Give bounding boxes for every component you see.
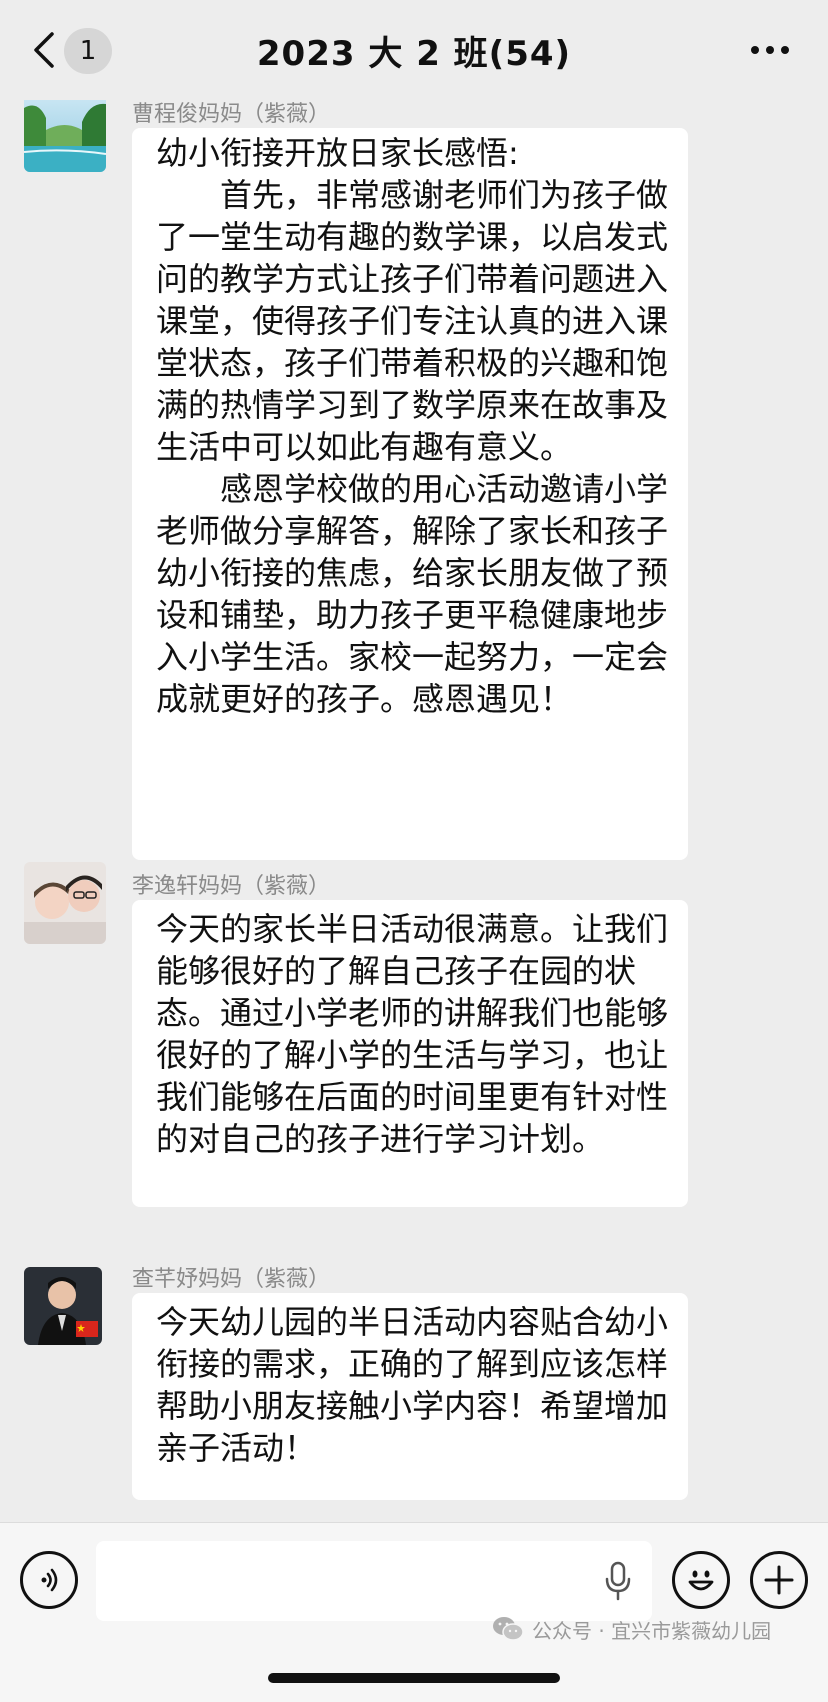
home-indicator[interactable] (268, 1673, 560, 1683)
chat-message: 曹程俊妈妈（紫薇） 幼小衔接开放日家长感悟: 首先，非常感谢老师们为孩子做了一堂… (0, 100, 828, 860)
message-text: 幼小衔接开放日家长感悟: 首先，非常感谢老师们为孩子做了一堂生动有趣的数学课，以… (156, 134, 669, 718)
mic-icon (605, 1561, 631, 1601)
message-text: 今天的家长半日活动很满意。让我们能够很好的了解自己孩子在园的状态。通过小学老师的… (156, 910, 669, 1158)
chat-message: 查芊妤妈妈（紫薇） 今天幼儿园的半日活动内容贴合幼小衔接的需求，正确的了解到应该… (0, 1255, 828, 1500)
nav-bar: 1 2023 大 2 班(54) (0, 0, 828, 100)
chat-message-list[interactable]: 曹程俊妈妈（紫薇） 幼小衔接开放日家长感悟: 首先，非常感谢老师们为孩子做了一堂… (0, 100, 828, 1522)
chat-title: 2023 大 2 班(54) (256, 34, 572, 74)
emoji-button[interactable] (672, 1551, 730, 1609)
chat-message: 李逸轩妈妈（紫薇） 今天的家长半日活动很满意。让我们能够很好的了解自己孩子在园的… (0, 862, 828, 1207)
message-bubble[interactable]: 今天幼儿园的半日活动内容贴合幼小衔接的需求，正确的了解到应该怎样帮助小朋友接触小… (132, 1293, 688, 1500)
message-input[interactable] (96, 1541, 652, 1621)
emoji-icon (688, 1570, 714, 1591)
plus-icon (764, 1565, 794, 1595)
more-dots-icon (751, 46, 789, 54)
watermark: 公众号 · 宜兴市紫薇幼儿园 (492, 1612, 771, 1646)
plus-button[interactable] (750, 1551, 808, 1609)
watermark-text: 公众号 · 宜兴市紫薇幼儿园 (532, 1618, 772, 1643)
person-flag-avatar[interactable] (24, 1267, 102, 1345)
message-bubble[interactable]: 幼小衔接开放日家长感悟: 首先，非常感谢老师们为孩子做了一堂生动有趣的数学课，以… (132, 128, 688, 860)
mic-button[interactable] (598, 1559, 638, 1603)
message-text: 今天幼儿园的半日活动内容贴合幼小衔接的需求，正确的了解到应该怎样帮助小朋友接触小… (156, 1303, 669, 1467)
mother-child-avatar[interactable] (24, 862, 106, 944)
sender-name: 曹程俊妈妈（紫薇） (132, 102, 331, 127)
voice-button[interactable] (20, 1551, 78, 1609)
more-button[interactable] (740, 30, 800, 70)
landscape-avatar[interactable] (24, 100, 106, 172)
voice-icon (41, 1568, 58, 1592)
sender-name: 李逸轩妈妈（紫薇） (132, 874, 331, 899)
sender-name: 查芊妤妈妈（紫薇） (132, 1267, 331, 1292)
wechat-icon (493, 1617, 524, 1641)
message-bubble[interactable]: 今天的家长半日活动很满意。让我们能够很好的了解自己孩子在园的状态。通过小学老师的… (132, 900, 688, 1207)
